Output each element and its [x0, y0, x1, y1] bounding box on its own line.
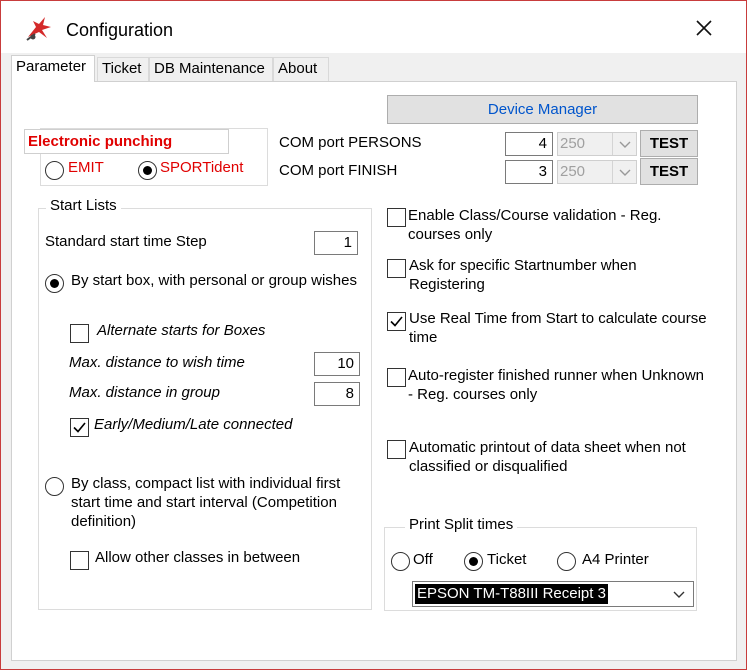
tab-about[interactable]: About	[273, 57, 329, 81]
tab-db-maintenance[interactable]: DB Maintenance	[149, 57, 273, 81]
tab-label: Parameter	[16, 58, 87, 75]
print-split-title: Print Split times	[405, 516, 518, 533]
by-start-box-label: By start box, with personal or group wis…	[71, 272, 357, 289]
checkmark-icon	[73, 422, 86, 433]
class-validation-label: Enable Class/Course validation - Reg. co…	[408, 207, 662, 243]
printer-selected-value: EPSON TM-T88III Receipt 3	[415, 584, 608, 604]
punching-title: Electronic punching	[24, 129, 229, 154]
sportident-radio[interactable]	[138, 161, 157, 180]
max-group-field[interactable]: 8	[314, 382, 360, 406]
com-finish-baud-select[interactable]: 250	[557, 160, 637, 184]
com-finish-test-button[interactable]: TEST	[640, 158, 698, 185]
com-persons-port-field[interactable]: 4	[505, 132, 553, 156]
max-wish-field[interactable]: 10	[314, 352, 360, 376]
tab-label: Ticket	[102, 60, 142, 77]
tab-ticket[interactable]: Ticket	[97, 57, 149, 81]
specific-startnumber-label: Ask for specific Startnumber when Regist…	[409, 257, 637, 293]
com-persons-baud-select[interactable]: 250	[557, 132, 637, 156]
parameter-panel: Device Manager Electronic punching EMIT …	[11, 81, 737, 661]
specific-startnumber-checkbox[interactable]	[387, 259, 406, 278]
alternate-starts-label: Alternate starts for Boxes	[97, 322, 266, 339]
chevron-down-icon[interactable]	[612, 133, 636, 155]
print-off-radio[interactable]	[391, 552, 410, 571]
start-step-label: Standard start time Step	[45, 233, 207, 250]
real-time-checkbox[interactable]	[387, 312, 406, 331]
print-ticket-label: Ticket	[487, 551, 527, 568]
start-lists-title: Start Lists	[46, 197, 121, 214]
emit-radio[interactable]	[45, 161, 64, 180]
close-icon[interactable]	[691, 15, 717, 41]
alternate-starts-checkbox[interactable]	[70, 324, 89, 343]
device-manager-button[interactable]: Device Manager	[387, 95, 698, 124]
auto-register-label: Auto-register finished runner when Unkno…	[408, 367, 704, 403]
start-step-field[interactable]: 1	[314, 231, 358, 255]
title-bar: Configuration	[1, 1, 746, 53]
configuration-window: Configuration Parameter Ticket DB Mainte…	[0, 0, 747, 670]
window-title: Configuration	[66, 20, 174, 40]
automatic-printout-label: Automatic printout of data sheet when no…	[409, 439, 686, 475]
auto-register-checkbox[interactable]	[387, 368, 406, 387]
max-group-label: Max. distance in group	[69, 384, 220, 401]
allow-other-classes-label: Allow other classes in between	[95, 549, 301, 566]
print-a4-radio[interactable]	[557, 552, 576, 571]
by-class-radio[interactable]	[45, 477, 64, 496]
early-medium-late-label: Early/Medium/Late connected	[94, 416, 293, 433]
com-finish-label: COM port FINISH	[279, 162, 398, 179]
sportident-label: SPORTident	[160, 159, 244, 176]
early-medium-late-checkbox[interactable]	[70, 418, 89, 437]
print-ticket-radio[interactable]	[464, 552, 483, 571]
com-persons-label: COM port PERSONS	[279, 134, 422, 151]
checkmark-icon	[390, 316, 403, 327]
com-persons-baud-value: 250	[560, 135, 586, 152]
max-wish-label: Max. distance to wish time	[69, 354, 245, 371]
tab-label: DB Maintenance	[154, 60, 265, 77]
emit-label: EMIT	[68, 159, 104, 176]
chevron-down-icon[interactable]	[612, 161, 636, 183]
print-a4-label: A4 Printer	[582, 551, 649, 568]
tab-label: About	[278, 60, 318, 77]
class-validation-checkbox[interactable]	[387, 208, 406, 227]
printer-select[interactable]: EPSON TM-T88III Receipt 3	[412, 581, 694, 607]
automatic-printout-checkbox[interactable]	[387, 440, 406, 459]
tab-parameter[interactable]: Parameter	[11, 55, 95, 82]
allow-other-classes-checkbox[interactable]	[70, 551, 89, 570]
real-time-label: Use Real Time from Start to calculate co…	[409, 310, 707, 346]
by-start-box-radio[interactable]	[45, 274, 64, 293]
app-logo-icon	[26, 17, 51, 41]
com-finish-port-field[interactable]: 3	[505, 160, 553, 184]
by-class-label: By class, compact list with individual f…	[71, 475, 341, 530]
com-persons-test-button[interactable]: TEST	[640, 130, 698, 157]
com-finish-baud-value: 250	[560, 163, 586, 180]
print-off-label: Off	[413, 551, 433, 568]
chevron-down-icon[interactable]	[666, 583, 692, 605]
